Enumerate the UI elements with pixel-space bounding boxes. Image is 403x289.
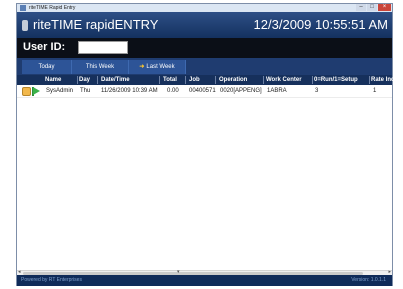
table-row[interactable]: SysAdmin Thu 11/26/2009 10:39 AM 0.00 00… [17, 86, 392, 98]
play-icon[interactable] [33, 87, 40, 95]
cell-datetime: 11/26/2009 10:39 AM [101, 88, 158, 94]
cell-operation: 0020[APPENG] [220, 88, 262, 94]
filter-tabs: Today This Week ➜ Last Week [17, 58, 392, 75]
tab-last-week[interactable]: ➜ Last Week [129, 60, 186, 74]
cell-day: Thu [80, 88, 91, 94]
col-header-total[interactable]: Total [163, 75, 177, 85]
col-header-work-center[interactable]: Work Center [266, 75, 302, 85]
tab-today[interactable]: Today [22, 60, 72, 74]
app-header: riteTIME rapidENTRY 12/3/2009 10:55:51 A… [17, 12, 392, 38]
arrow-right-icon: ➜ [139, 64, 145, 70]
col-header-datetime[interactable]: Date/Time [101, 75, 130, 85]
cell-total: 0.00 [167, 88, 179, 94]
maximize-button[interactable]: □ [367, 4, 377, 11]
col-header-run-setup[interactable]: 0=Run/1=Setup [314, 75, 358, 85]
user-id-row: User ID: [17, 38, 392, 58]
powered-by-text: Powered by RT Enterprises [21, 277, 82, 283]
window-title: riteTIME Rapid Entry [29, 5, 76, 11]
close-button[interactable]: × [378, 4, 391, 11]
time-entry-grid: Name Day Date/Time Total Job Operation W… [17, 75, 395, 270]
tab-this-week-label: This Week [85, 64, 115, 70]
user-id-label: User ID: [23, 41, 66, 53]
cell-run-setup: 3 [315, 88, 319, 94]
tab-last-week-label: Last Week [146, 64, 175, 70]
clock: 12/3/2009 10:55:51 AM [253, 17, 388, 32]
cell-work-center: 1ABRA [267, 88, 287, 94]
app-title: riteTIME rapidENTRY [33, 17, 159, 32]
cell-job: 00400571 [189, 88, 216, 94]
col-header-name[interactable]: Name [45, 75, 61, 85]
tab-today-label: Today [38, 64, 55, 70]
col-header-operation[interactable]: Operation [219, 75, 247, 85]
col-header-day[interactable]: Day [79, 75, 90, 85]
minimize-button[interactable]: – [356, 4, 366, 11]
grid-header: Name Day Date/Time Total Job Operation W… [17, 75, 395, 85]
app-window: riteTIME Rapid Entry – □ × riteTIME rapi… [16, 3, 395, 286]
window-app-icon [20, 5, 26, 11]
col-header-job[interactable]: Job [189, 75, 200, 85]
status-footer: Powered by RT Enterprises Version: 1.0.1… [17, 275, 392, 286]
version-text: Version: 1.0.1.1 [351, 277, 386, 283]
window-titlebar: riteTIME Rapid Entry – □ × [17, 4, 392, 12]
edit-icon[interactable] [22, 87, 31, 96]
cell-rate: 1 [373, 88, 377, 94]
timer-icon [22, 20, 28, 31]
user-id-input[interactable] [78, 41, 128, 54]
cell-name: SysAdmin [46, 88, 74, 94]
tab-this-week[interactable]: This Week [72, 60, 129, 74]
col-header-rate[interactable]: Rate Ind [371, 75, 395, 85]
